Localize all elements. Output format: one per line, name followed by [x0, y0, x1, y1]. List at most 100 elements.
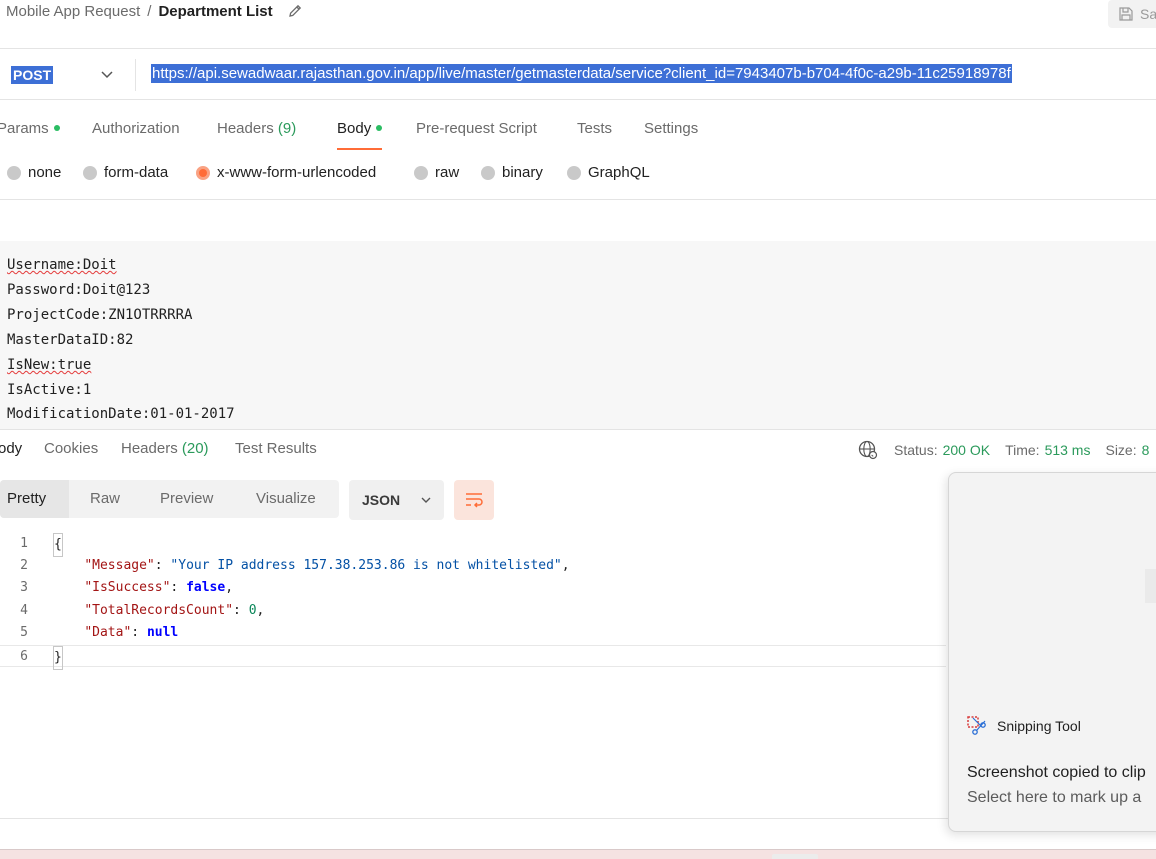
toast-subtitle: Select here to mark up a — [967, 789, 1142, 806]
body-line[interactable]: MasterDataID:82 — [7, 332, 133, 348]
tab-pre-request-script[interactable]: Pre-request Script — [416, 118, 537, 150]
body-line[interactable]: IsNew:true — [7, 357, 91, 373]
code-line-current: 6 } — [0, 645, 946, 670]
radio-label: none — [28, 164, 62, 181]
line-number: 3 — [20, 580, 28, 595]
toast-app-name: Snipping Tool — [997, 718, 1081, 734]
line-number: 1 — [20, 536, 28, 551]
tab-params[interactable]: Params — [0, 118, 60, 150]
code-text: "TotalRecordsCount": 0, — [84, 603, 265, 618]
time-value[interactable]: 513 ms — [1045, 442, 1091, 458]
code-text: "Message": "Your IP address 157.38.253.8… — [84, 558, 570, 573]
tab-test-results[interactable]: Test Results — [235, 440, 317, 457]
taskbar-edge — [0, 849, 1156, 859]
status-dot-icon — [376, 124, 383, 131]
request-tabs: Params Authorization Headers (9) Body Pr… — [0, 118, 760, 150]
json-key: "Data" — [84, 625, 132, 640]
tab-response-headers[interactable]: Headers (20) — [121, 440, 209, 457]
view-raw-button[interactable]: Raw — [90, 480, 120, 518]
code-text: } — [53, 646, 63, 670]
radio-icon — [481, 165, 495, 180]
json-key: "Message" — [84, 558, 155, 573]
request-name[interactable]: Department List — [158, 3, 272, 20]
code-text: { — [53, 533, 63, 557]
radio-label: form-data — [104, 164, 169, 181]
code-line: 2 "Message": "Your IP address 157.38.253… — [0, 555, 946, 577]
line-number: 6 — [20, 649, 28, 664]
method-select[interactable]: POST — [11, 66, 54, 84]
body-line[interactable]: IsActive:1 — [7, 382, 91, 398]
tab-label: Body — [337, 120, 372, 137]
radio-label: x-www-form-urlencoded — [217, 164, 377, 181]
tab-cookies[interactable]: Cookies — [44, 440, 98, 457]
radio-x-www-form-urlencoded[interactable]: x-www-form-urlencoded — [196, 164, 376, 181]
body-line[interactable]: Password:Doit@123 — [7, 282, 150, 298]
view-visualize-button[interactable]: Visualize — [256, 480, 316, 518]
json-value: false — [186, 580, 226, 595]
radio-icon — [7, 165, 21, 180]
tab-label: Headers — [121, 440, 178, 457]
body-line[interactable]: ModificationDate:01-01-2017 — [7, 406, 235, 422]
pencil-icon[interactable] — [287, 3, 303, 19]
body-editor[interactable]: Username:Doit Password:Doit@123 ProjectC… — [0, 241, 1156, 429]
code-text: "Data": null — [84, 625, 179, 640]
response-meta: Status: 200 OK Time: 513 ms Size: 8 — [858, 440, 1149, 460]
code-line: 1 { — [0, 533, 946, 557]
size-value[interactable]: 8 — [1142, 442, 1150, 458]
taskbar-item — [772, 854, 818, 859]
breadcrumb-separator: / — [147, 2, 152, 20]
screenshot-thumbnail[interactable] — [1145, 569, 1156, 603]
chevron-down-icon — [421, 497, 431, 503]
radio-raw[interactable]: raw — [414, 164, 459, 181]
chevron-down-icon[interactable] — [100, 67, 114, 81]
save-button[interactable]: Sa — [1108, 0, 1156, 28]
snipping-tool-icon — [967, 716, 986, 735]
tab-label: Params — [0, 120, 49, 137]
url-input[interactable]: https://api.sewadwaar.rajasthan.gov.in/a… — [151, 64, 1012, 83]
status-label: Status: — [894, 442, 938, 458]
radio-icon — [414, 165, 428, 180]
radio-label: binary — [502, 164, 543, 181]
code-line: 3 "IsSuccess": false, — [0, 577, 946, 599]
wrap-lines-icon — [466, 493, 483, 508]
tab-body[interactable]: Body — [337, 118, 383, 150]
json-value: 0 — [248, 603, 257, 618]
body-line[interactable]: Username:Doit — [7, 257, 117, 273]
size-label: Size: — [1105, 442, 1137, 458]
format-label: JSON — [362, 492, 401, 508]
body-text: IsNew:true — [7, 357, 92, 373]
tab-count: (20) — [181, 440, 209, 457]
radio-binary[interactable]: binary — [481, 164, 543, 181]
view-pretty-button[interactable]: Pretty — [0, 480, 69, 518]
tab-authorization[interactable]: Authorization — [92, 118, 180, 150]
line-number: 4 — [20, 603, 28, 618]
save-icon — [1119, 7, 1133, 21]
tab-tests[interactable]: Tests — [577, 118, 612, 150]
radio-none[interactable]: none — [7, 164, 61, 181]
radio-form-data[interactable]: form-data — [83, 164, 168, 181]
breadcrumb-parent[interactable]: Mobile App Request — [6, 3, 140, 20]
globe-icon[interactable] — [858, 440, 878, 460]
body-line[interactable]: ProjectCode:ZN1OTRRRRA — [7, 307, 192, 323]
json-key: "IsSuccess" — [84, 580, 171, 595]
format-select[interactable]: JSON — [349, 480, 444, 520]
json-value: null — [146, 625, 179, 640]
status-value[interactable]: 200 OK — [943, 442, 990, 458]
tab-label: Pre-request Script — [416, 120, 537, 137]
view-mode-tabs: Pretty Raw Preview Visualize — [0, 480, 339, 518]
tab-response-body[interactable]: ody — [0, 440, 22, 457]
tab-settings[interactable]: Settings — [644, 118, 698, 150]
snipping-tool-notification[interactable]: Snipping Tool Screenshot copied to clip … — [948, 472, 1156, 832]
code-text: "IsSuccess": false, — [84, 580, 234, 595]
time-label: Time: — [1005, 442, 1040, 458]
tab-count: (9) — [277, 120, 297, 137]
view-preview-button[interactable]: Preview — [160, 480, 213, 518]
tab-label: Tests — [577, 120, 613, 137]
radio-graphql[interactable]: GraphQL — [567, 164, 650, 181]
divider — [0, 818, 948, 819]
request-bar: POST https://api.sewadwaar.rajasthan.gov… — [0, 48, 1156, 100]
word-wrap-button[interactable] — [454, 480, 494, 520]
tab-headers[interactable]: Headers (9) — [217, 118, 296, 150]
code-line: 4 "TotalRecordsCount": 0, — [0, 600, 946, 622]
json-key: "TotalRecordsCount" — [84, 603, 234, 618]
